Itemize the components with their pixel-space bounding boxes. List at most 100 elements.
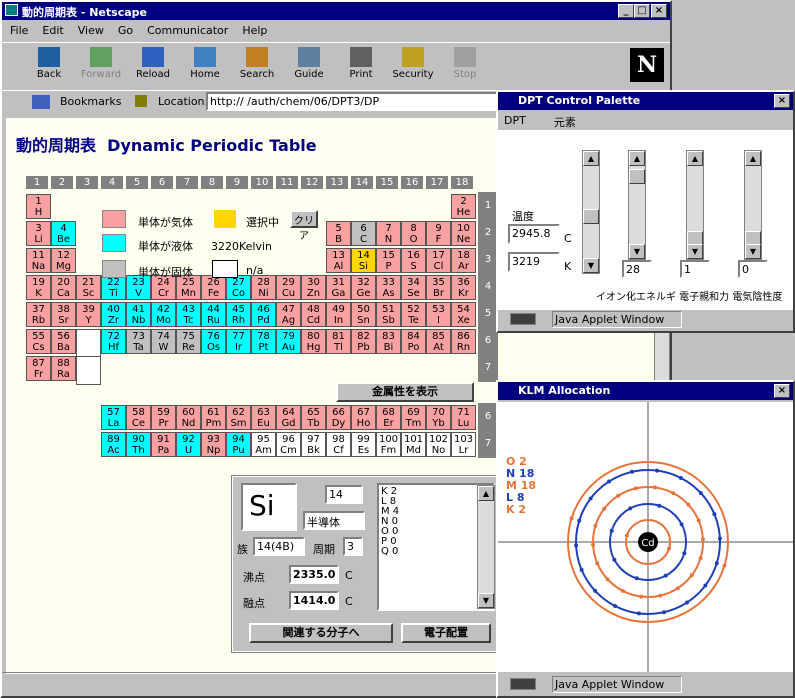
element-cell[interactable]: 4 Be [51, 221, 76, 246]
element-cell[interactable]: 43 Tc [176, 302, 201, 327]
element-cell[interactable]: 90 Th [126, 431, 151, 457]
bookmarks-button[interactable]: Bookmarks [60, 95, 121, 108]
element-cell[interactable]: 15 P [376, 248, 401, 273]
element-cell[interactable]: 55 Cs [26, 329, 51, 354]
back-button[interactable]: Back [26, 47, 72, 80]
element-cell[interactable]: 45 Rh [226, 302, 251, 327]
element-cell[interactable]: 101 Md [401, 431, 426, 457]
shell-list-scrollbar[interactable]: ▲ ▼ [477, 485, 495, 609]
element-cell[interactable]: 49 In [326, 302, 351, 327]
element-cell[interactable]: 92 U [176, 431, 201, 457]
element-cell[interactable]: 91 Pa [151, 431, 176, 457]
element-cell[interactable]: 33 As [376, 275, 401, 300]
electron-config-button[interactable]: 電子配置 [401, 623, 491, 643]
home-button[interactable]: Home [182, 47, 228, 80]
element-cell[interactable]: 83 Bi [376, 329, 401, 354]
menu-go[interactable]: Go [118, 24, 133, 38]
element-cell[interactable]: 85 At [426, 329, 451, 354]
ionization-slider[interactable]: ▲ ▼ [628, 150, 646, 260]
element-cell[interactable]: 13 Al [326, 248, 351, 273]
forward-button[interactable]: Forward [78, 47, 124, 80]
element-cell[interactable]: 56 Ba [51, 329, 76, 354]
menu-file[interactable]: File [10, 24, 28, 38]
element-cell[interactable]: 73 Ta [126, 329, 151, 354]
ionization-value[interactable]: 28 [622, 260, 652, 278]
element-cell[interactable]: 38 Sr [51, 302, 76, 327]
element-cell[interactable]: 88 Ra [51, 356, 76, 381]
shell-item[interactable]: Q 0 [381, 547, 491, 557]
element-cell[interactable]: 19 K [26, 275, 51, 300]
element-cell[interactable]: 5B [326, 221, 351, 246]
close-button[interactable]: × [651, 4, 667, 18]
reload-button[interactable]: Reload [130, 47, 176, 80]
element-cell[interactable]: 3 Li [26, 221, 51, 246]
palette-menu-dpt[interactable]: DPT [504, 114, 526, 130]
location-input[interactable]: http:// /auth/chem/06/DPT3/DP [206, 92, 506, 111]
element-cell[interactable]: 71 Lu [451, 404, 476, 430]
element-cell[interactable]: 35 Br [426, 275, 451, 300]
element-cell[interactable]: 31 Ga [326, 275, 351, 300]
element-cell[interactable]: 76 Os [201, 329, 226, 354]
element-cell[interactable]: 44 Ru [201, 302, 226, 327]
element-cell[interactable]: 60 Nd [176, 404, 201, 430]
stop-button[interactable]: Stop [442, 47, 488, 80]
menu-edit[interactable]: Edit [42, 24, 63, 38]
element-cell[interactable]: 82 Pb [351, 329, 376, 354]
element-cell[interactable]: 46 Pd [251, 302, 276, 327]
menu-communicator[interactable]: Communicator [147, 24, 228, 38]
element-cell[interactable]: 18 Ar [451, 248, 476, 273]
shell-item[interactable]: O 0 [381, 527, 491, 537]
temperature-celsius-input[interactable]: 2945.8 [508, 224, 560, 244]
clear-button[interactable]: クリア [290, 210, 318, 242]
element-cell[interactable]: 96 Cm [276, 431, 301, 457]
klm-close-button[interactable]: × [774, 384, 790, 398]
temperature-kelvin-input[interactable]: 3219 [508, 252, 560, 272]
show-metallicity-button[interactable]: 金属性を表示 [336, 382, 474, 402]
element-cell[interactable]: 72 Hf [101, 329, 126, 354]
element-cell[interactable]: 16 S [401, 248, 426, 273]
element-cell[interactable]: 61 Pm [201, 404, 226, 430]
element-cell[interactable]: 94 Pu [226, 431, 251, 457]
print-button[interactable]: Print [338, 47, 384, 80]
element-cell[interactable]: 70 Yb [426, 404, 451, 430]
guide-button[interactable]: Guide [286, 47, 332, 80]
element-cell[interactable] [76, 329, 101, 358]
element-cell[interactable]: 74 W [151, 329, 176, 354]
element-cell[interactable]: 66 Dy [326, 404, 351, 430]
element-cell[interactable]: 62 Sm [226, 404, 251, 430]
element-cell[interactable]: 40 Zr [101, 302, 126, 327]
element-cell[interactable]: 99 Es [351, 431, 376, 457]
element-cell[interactable]: 20 Ca [51, 275, 76, 300]
menu-view[interactable]: View [78, 24, 104, 38]
element-cell[interactable]: 47 Ag [276, 302, 301, 327]
affinity-slider[interactable]: ▲ ▼ [686, 150, 704, 260]
element-cell[interactable]: 8O [401, 221, 426, 246]
element-cell[interactable]: 30 Zn [301, 275, 326, 300]
element-cell[interactable]: 78 Pt [251, 329, 276, 354]
element-cell[interactable]: 87 Fr [26, 356, 51, 381]
element-cell[interactable]: 21 Sc [76, 275, 101, 300]
element-cell[interactable]: 48 Cd [301, 302, 326, 327]
minimize-button[interactable]: _ [618, 4, 634, 18]
element-cell[interactable]: 22 Ti [101, 275, 126, 300]
search-button[interactable]: Search [234, 47, 280, 80]
element-cell[interactable]: 51 Sb [376, 302, 401, 327]
element-cell[interactable]: 53 I [426, 302, 451, 327]
element-cell[interactable]: 39 Y [76, 302, 101, 327]
element-cell[interactable]: 9F [426, 221, 451, 246]
element-cell[interactable]: 14 Si [351, 248, 376, 273]
element-cell[interactable]: 36 Kr [451, 275, 476, 300]
element-cell[interactable]: 41 Nb [126, 302, 151, 327]
element-cell[interactable]: 64 Gd [276, 404, 301, 430]
element-cell[interactable]: 11 Na [26, 248, 51, 273]
element-cell[interactable]: 32 Ge [351, 275, 376, 300]
element-cell[interactable]: 57 La [101, 404, 126, 430]
element-cell[interactable]: 84 Po [401, 329, 426, 354]
element-cell[interactable]: 77 Ir [226, 329, 251, 354]
element-cell[interactable]: 6C [351, 221, 376, 246]
element-cell[interactable]: 98 Cf [326, 431, 351, 457]
element-cell[interactable]: 103 Lr [451, 431, 476, 457]
shell-item[interactable]: K 2 [381, 487, 491, 497]
element-cell[interactable]: 79 Au [276, 329, 301, 354]
element-cell[interactable]: 1H [26, 194, 51, 219]
